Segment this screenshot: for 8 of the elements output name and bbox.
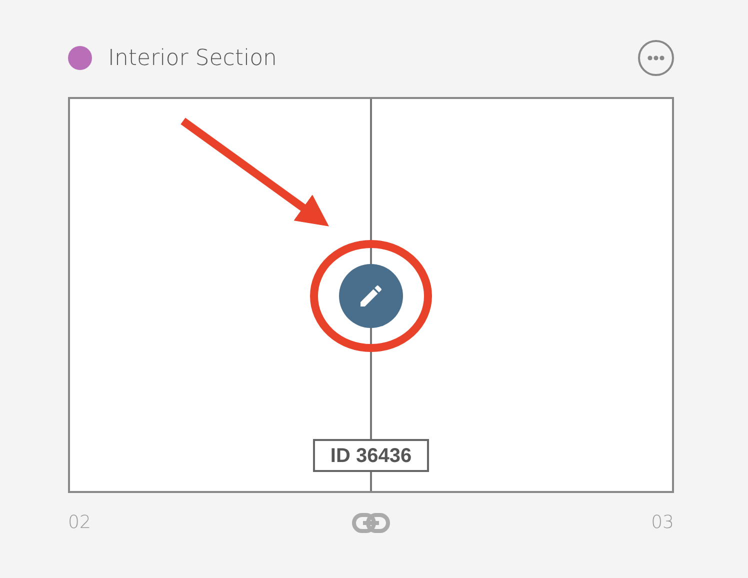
axis-start-label: 02: [68, 511, 91, 535]
id-label: ID 36436: [313, 439, 429, 472]
section-dot: [68, 46, 92, 70]
more-icon: [647, 55, 665, 61]
axis-end-label: 03: [651, 511, 674, 535]
link-icon[interactable]: [352, 512, 390, 532]
more-button[interactable]: [638, 40, 674, 76]
section-title: Interior Section: [108, 44, 277, 72]
